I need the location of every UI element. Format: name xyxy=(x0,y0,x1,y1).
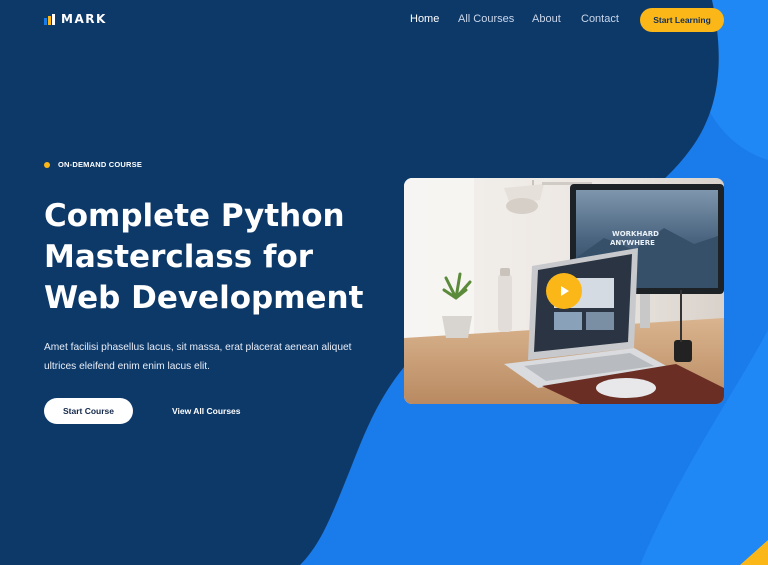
eyebrow: ON-DEMAND COURSE xyxy=(44,160,142,169)
monitor-text: ANYWHERE xyxy=(610,239,655,247)
hero-title: Complete Python Masterclass for Web Deve… xyxy=(44,196,384,319)
eyebrow-label: ON-DEMAND COURSE xyxy=(58,160,143,169)
brand-logo[interactable]: MARK xyxy=(44,12,107,26)
bar-chart-logo-icon xyxy=(44,13,55,25)
hero-description: Amet facilisi phasellus lacus, sit massa… xyxy=(44,342,352,372)
top-navigation: MARK Home All Courses About Contact Star… xyxy=(0,0,768,40)
brand-name: MARK xyxy=(61,12,107,26)
start-course-button[interactable]: Start Course xyxy=(44,398,133,424)
nav-link-home[interactable]: Home xyxy=(410,13,439,25)
course-video-thumbnail[interactable]: WORKHARD ANYWHERE xyxy=(404,178,724,404)
start-learning-button[interactable]: Start Learning xyxy=(640,8,724,32)
nav-link-about[interactable]: About xyxy=(532,13,561,25)
hero-title-line: Masterclass for xyxy=(44,239,314,275)
play-button[interactable] xyxy=(546,273,582,309)
view-all-courses-link[interactable]: View All Courses xyxy=(172,398,241,424)
monitor-text: WORKHARD xyxy=(612,230,659,238)
nav-link-all-courses[interactable]: All Courses xyxy=(458,13,514,25)
play-icon xyxy=(561,286,569,296)
hero-title-line: Complete Python xyxy=(44,198,345,234)
accent-dot-icon xyxy=(44,161,50,168)
hero-title-line: Web Development xyxy=(44,280,364,316)
nav-link-contact[interactable]: Contact xyxy=(581,13,619,25)
